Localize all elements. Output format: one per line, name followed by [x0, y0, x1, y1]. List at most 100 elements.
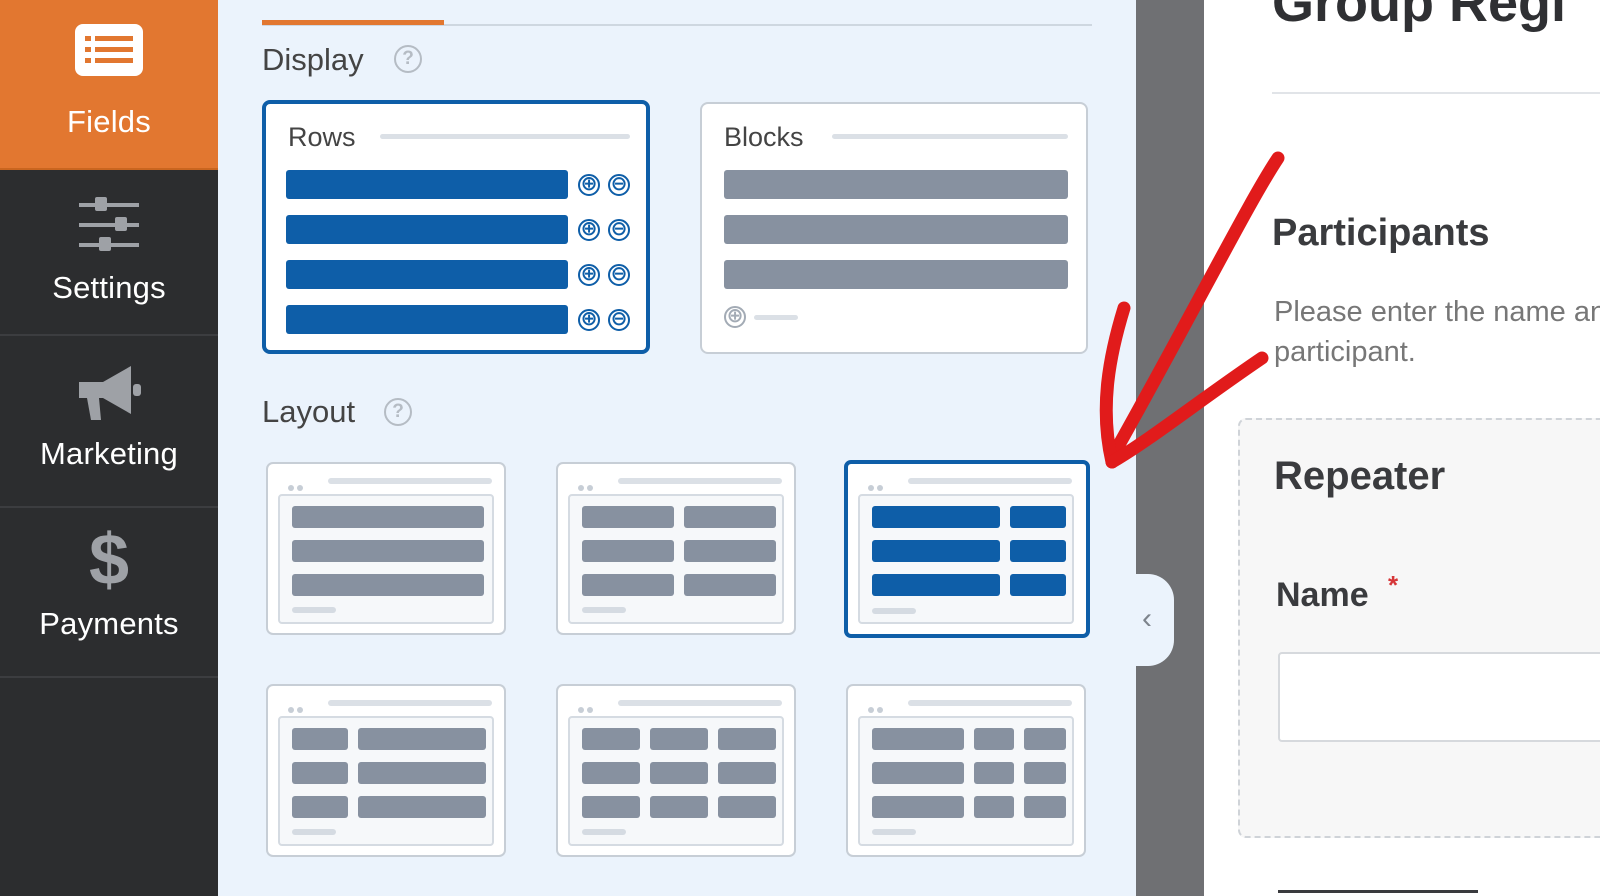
layout-cell	[684, 506, 776, 528]
layout-cell	[650, 728, 708, 750]
active-tab-indicator	[262, 20, 444, 25]
layout-cell	[872, 540, 1000, 562]
layout-option-1[interactable]	[266, 462, 506, 635]
layout-cell	[872, 506, 1000, 528]
plus-circle-icon: ⊕	[578, 309, 600, 331]
layout-cell	[358, 728, 486, 750]
decorative-line	[328, 700, 492, 706]
display-help-icon[interactable]: ?	[394, 45, 422, 73]
minus-circle-icon: ⊖	[608, 219, 630, 241]
layout-cell	[1024, 796, 1066, 818]
layout-heading: Layout	[262, 394, 356, 429]
decorative-line	[328, 478, 492, 484]
display-option-label: Rows	[288, 122, 356, 152]
layout-option-2[interactable]	[556, 462, 796, 635]
decorative-line	[380, 134, 630, 139]
decorative-line	[292, 829, 336, 835]
decorative-line	[908, 700, 1072, 706]
layout-cell	[974, 796, 1014, 818]
layout-cell	[1024, 762, 1066, 784]
layout-cell	[872, 762, 964, 784]
minus-circle-icon: ⊖	[608, 264, 630, 286]
window-dots	[868, 700, 894, 731]
minus-circle-icon: ⊖	[608, 309, 630, 331]
decorative-line	[582, 829, 626, 835]
sliders-icon	[0, 196, 218, 254]
block-bar	[724, 215, 1068, 244]
decorative-line	[754, 315, 798, 320]
layout-cell	[718, 762, 776, 784]
layout-cell	[582, 796, 640, 818]
plus-circle-icon: ⊕	[578, 219, 600, 241]
plus-circle-icon: ⊕	[724, 306, 746, 328]
nav-item-fields[interactable]: Fields	[0, 0, 218, 170]
layout-preview	[568, 494, 784, 624]
layout-option-5[interactable]	[556, 684, 796, 857]
form-preview: Group Regi Participants Please enter the…	[1204, 0, 1600, 896]
window-dots	[288, 478, 314, 509]
layout-cell	[582, 540, 674, 562]
layout-cell	[718, 796, 776, 818]
nav-label-marketing: Marketing	[40, 436, 178, 471]
panel-divider	[1136, 0, 1204, 896]
layout-cell	[872, 574, 1000, 596]
list-icon	[0, 22, 218, 78]
row-bar	[286, 260, 568, 289]
name-field-label: Name	[1276, 576, 1369, 614]
dollar-icon: $	[88, 520, 130, 600]
window-dots	[868, 478, 894, 509]
layout-cell	[358, 762, 486, 784]
plus-circle-icon: ⊕	[578, 264, 600, 286]
layout-cell	[1024, 728, 1066, 750]
decorative-line	[832, 134, 1068, 139]
divider	[1272, 92, 1600, 94]
layout-option-6[interactable]	[846, 684, 1086, 857]
decorative-line	[618, 700, 782, 706]
layout-cell	[358, 796, 486, 818]
decorative-line	[872, 608, 916, 614]
layout-option-4[interactable]	[266, 684, 506, 857]
form-title: Group Regi	[1272, 0, 1566, 33]
name-input[interactable]	[1278, 652, 1600, 742]
layout-cell	[582, 762, 640, 784]
repeater-field[interactable]: Repeater Name *	[1238, 418, 1600, 838]
display-option-rows[interactable]: Rows ⊕ ⊖ ⊕ ⊖ ⊕ ⊖ ⊕ ⊖	[262, 100, 650, 354]
decorative-line	[582, 607, 626, 613]
layout-preview	[278, 494, 494, 624]
display-heading: Display	[262, 42, 364, 77]
megaphone-icon	[0, 362, 218, 424]
layout-option-3[interactable]	[844, 460, 1090, 638]
nav-label-settings: Settings	[52, 270, 166, 305]
window-dots	[578, 700, 604, 731]
row-bar	[286, 305, 568, 334]
layout-cell	[1010, 506, 1066, 528]
block-bar	[724, 260, 1068, 289]
display-option-blocks[interactable]: Blocks ⊕	[700, 102, 1088, 354]
window-dots	[578, 478, 604, 509]
layout-cell	[1010, 540, 1066, 562]
repeater-title: Repeater	[1274, 454, 1446, 498]
layout-preview	[568, 716, 784, 846]
layout-cell	[718, 728, 776, 750]
decorative-line	[618, 478, 782, 484]
field-options-panel: Display ? Rows ⊕ ⊖ ⊕ ⊖ ⊕ ⊖ ⊕ ⊖ Blocks ⊕ …	[218, 0, 1136, 896]
layout-cell	[650, 762, 708, 784]
display-option-label: Blocks	[724, 122, 804, 152]
layout-cell	[872, 728, 964, 750]
layout-cell	[974, 762, 1014, 784]
nav-label-payments: Payments	[39, 606, 179, 641]
chevron-left-icon: ‹	[1142, 602, 1152, 635]
layout-preview	[858, 716, 1074, 846]
required-indicator: *	[1388, 570, 1399, 600]
nav-item-settings[interactable]: Settings	[0, 166, 218, 336]
layout-cell	[582, 728, 640, 750]
builder-sidebar: Fields Settings Marketing $ Payments	[0, 0, 218, 896]
block-bar	[724, 170, 1068, 199]
nav-item-payments[interactable]: $ Payments	[0, 508, 218, 678]
collapse-panel-button[interactable]: ‹	[1134, 574, 1174, 666]
nav-item-marketing[interactable]: Marketing	[0, 338, 218, 508]
row-bar	[286, 170, 568, 199]
layout-help-icon[interactable]: ?	[384, 398, 412, 426]
decorative-line	[908, 478, 1072, 484]
layout-cell	[582, 506, 674, 528]
